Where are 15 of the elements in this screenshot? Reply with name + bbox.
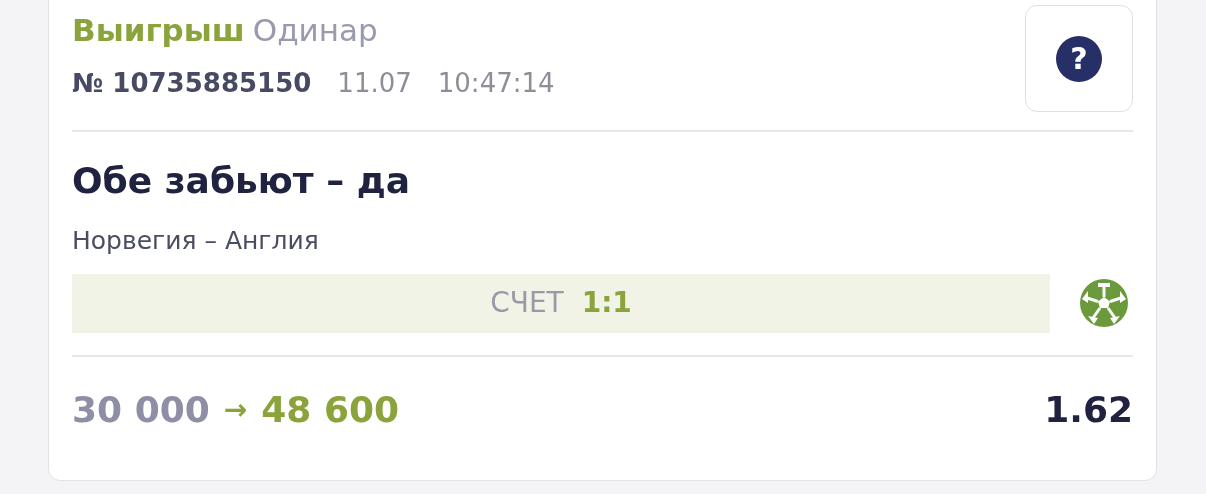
help-button[interactable]: ?: [1025, 5, 1133, 112]
bet-time: 10:47:14: [437, 66, 555, 100]
bet-date: 11.07: [337, 66, 412, 100]
odds-value: 1.62: [1044, 387, 1133, 432]
bet-status: Выигрыш: [72, 11, 245, 50]
bet-type: Одинар: [252, 11, 378, 50]
arrow-icon: →: [223, 388, 248, 431]
bet-number: № 10735885150: [72, 66, 312, 100]
selection-title: Обе забьют – да: [72, 159, 412, 203]
match-name: Норвегия – Англия: [72, 225, 320, 257]
payout-amount: 48 600: [261, 387, 400, 432]
score-label: СЧЕТ: [490, 285, 564, 321]
score-value: 1:1: [581, 285, 632, 321]
stake-amount: 30 000: [72, 387, 210, 432]
football-icon: [1080, 279, 1128, 327]
